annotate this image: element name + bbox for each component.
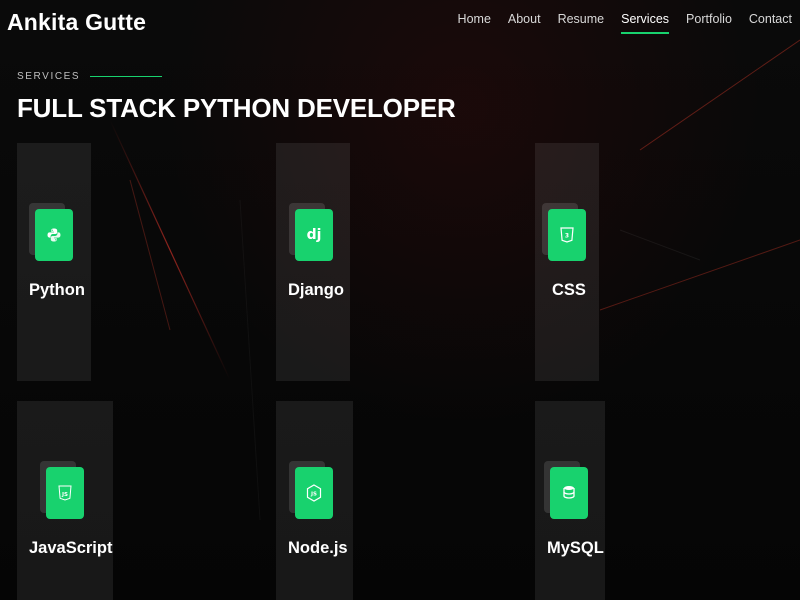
- service-icon-wrap: dj: [289, 203, 335, 263]
- svg-text:JS: JS: [310, 492, 317, 498]
- service-icon-wrap: 3: [542, 203, 588, 263]
- service-title: Python: [29, 281, 85, 299]
- main-nav: Home About Resume Services Portfolio Con…: [458, 12, 792, 34]
- nav-resume[interactable]: Resume: [558, 12, 605, 34]
- service-icon-wrap: JS: [40, 461, 86, 521]
- service-icon-wrap: JS: [289, 461, 335, 521]
- eyebrow-divider-line: [90, 76, 163, 77]
- service-card-mysql[interactable]: MySQL: [535, 401, 605, 600]
- service-icon-wrap: [29, 203, 75, 263]
- svg-text:3: 3: [565, 233, 569, 240]
- svg-text:JS: JS: [61, 492, 68, 498]
- section-eyebrow: SERVICES: [17, 71, 456, 82]
- section-title: FULL STACK PYTHON DEVELOPER: [17, 93, 456, 123]
- service-card-css[interactable]: 3 CSS: [535, 143, 599, 381]
- python-icon: [35, 209, 73, 261]
- service-title: MySQL: [547, 539, 604, 557]
- nav-about[interactable]: About: [508, 12, 541, 34]
- brand-logo-text[interactable]: Ankita Gutte: [7, 9, 146, 36]
- top-navbar: Ankita Gutte Home About Resume Services …: [0, 0, 800, 44]
- nav-portfolio[interactable]: Portfolio: [686, 12, 732, 34]
- css3-icon: 3: [548, 209, 586, 261]
- nav-home[interactable]: Home: [458, 12, 491, 34]
- service-title: Node.js: [288, 539, 348, 557]
- section-eyebrow-text: SERVICES: [17, 71, 81, 82]
- service-card-nodejs[interactable]: JS Node.js: [276, 401, 353, 600]
- nodejs-icon: JS: [295, 467, 333, 519]
- service-card-django[interactable]: dj Django: [276, 143, 350, 381]
- nav-services[interactable]: Services: [621, 12, 669, 34]
- service-icon-wrap: [544, 461, 590, 521]
- nav-contact[interactable]: Contact: [749, 12, 792, 34]
- service-title: JavaScript: [29, 539, 113, 557]
- javascript-icon: JS: [46, 467, 84, 519]
- service-title: Django: [288, 281, 344, 299]
- django-icon: dj: [295, 209, 333, 261]
- service-card-javascript[interactable]: JS JavaScript: [17, 401, 113, 600]
- page: Ankita Gutte Home About Resume Services …: [0, 0, 800, 600]
- database-icon: [550, 467, 588, 519]
- section-header: SERVICES FULL STACK PYTHON DEVELOPER: [17, 71, 456, 124]
- service-card-python[interactable]: Python: [17, 143, 91, 381]
- service-title: CSS: [552, 281, 586, 299]
